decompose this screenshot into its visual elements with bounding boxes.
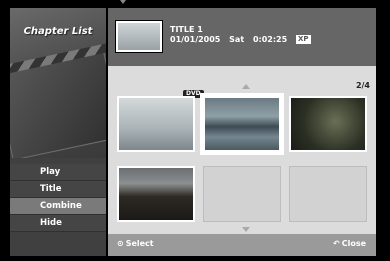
chapter-thumbnail-3[interactable] [289,96,367,152]
title-date: 01/01/2005 [170,35,221,44]
menu-list: Play Title Combine Hide [10,164,106,232]
title-day: Sat [229,35,245,44]
select-button-icon: ⊙ [117,239,124,248]
main-panel: TITLE 1 01/01/2005 Sat 0:02:25 XP 2/4 DV… [108,8,376,256]
chapter-slot-empty [203,166,281,222]
title-thumbnail [115,20,163,53]
chapter-image [291,98,365,150]
menu-item-hide[interactable]: Hide [10,215,106,232]
screen: Chapter List Play Title Combine Hide TIT… [0,0,390,261]
chapter-thumbnail-1[interactable] [117,96,195,152]
left-panel: Chapter List Play Title Combine Hide [10,8,106,256]
footer-bar: ⊙ Select ↶ Close [108,234,376,256]
scroll-down-arrow-icon[interactable] [242,227,250,232]
close-hint[interactable]: ↶ Close [333,239,366,248]
chapter-slot-empty [289,166,367,222]
chapter-image [119,168,193,220]
select-hint[interactable]: ⊙ Select [117,239,154,248]
scroll-up-arrow-icon[interactable] [242,84,250,89]
close-label: Close [341,239,366,248]
title-name: TITLE 1 [170,25,203,34]
title-header: TITLE 1 01/01/2005 Sat 0:02:25 XP [108,8,376,66]
title-info: TITLE 1 01/01/2005 Sat 0:02:25 XP [170,25,317,45]
chapter-image [205,98,279,150]
menu-item-combine[interactable]: Combine [10,198,106,215]
top-indicator-icon [120,0,126,4]
chapter-thumbnail-4[interactable] [117,166,195,222]
chapter-image [119,98,193,150]
menu-item-title[interactable]: Title [10,181,106,198]
title-duration: 0:02:25 [252,35,288,44]
return-icon: ↶ [333,239,340,248]
select-label: Select [125,239,154,248]
title-thumbnail-image [118,23,160,50]
title-details: 01/01/2005 Sat 0:02:25 XP [170,35,317,45]
quality-badge: XP [295,35,311,44]
menu-title: Chapter List [23,26,93,37]
chapter-thumbnail-2[interactable] [200,93,284,155]
page-indicator: 2/4 [355,81,370,90]
menu-item-play[interactable]: Play [10,164,106,181]
